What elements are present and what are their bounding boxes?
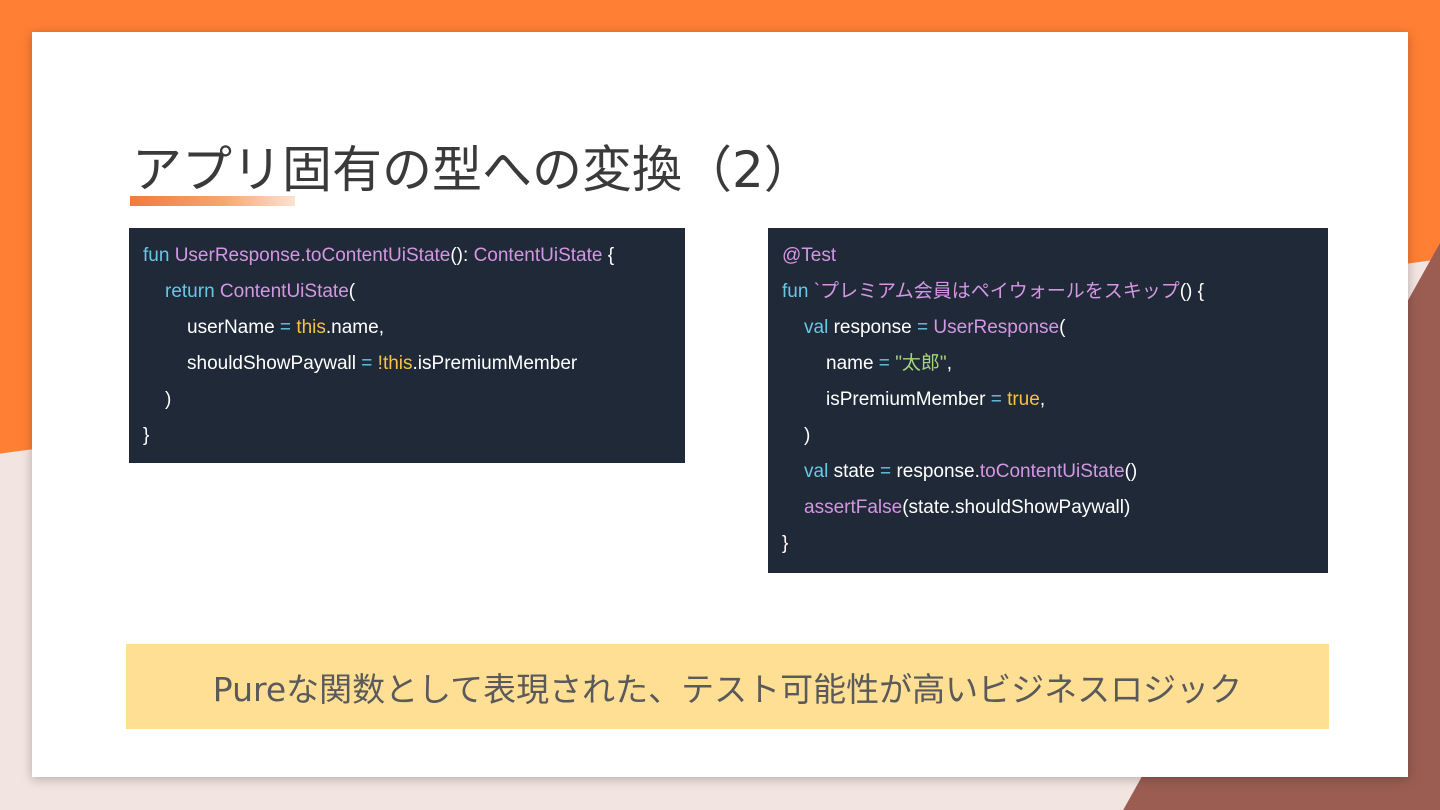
code-text: isPremiumMember (826, 389, 986, 410)
code-function-call: assertFalse (804, 497, 903, 518)
code-text: ) (165, 389, 172, 410)
code-text: .isPremiumMember (412, 353, 578, 374)
code-text: ) (804, 425, 811, 446)
code-text: (): (450, 245, 474, 266)
code-text: ( (348, 281, 356, 302)
code-this-keyword: this (296, 317, 326, 338)
code-this-keyword: this (382, 353, 413, 374)
code-keyword: val (804, 317, 829, 338)
code-line: ) (143, 382, 671, 418)
code-text: response (828, 317, 912, 338)
code-block-test: @Test fun `プレミアム会員はペイウォールをスキップ() { val r… (768, 228, 1328, 573)
code-keyword: fun (782, 281, 809, 302)
code-function-name: UserResponse.toContentUiState (174, 245, 451, 266)
code-text: , (946, 353, 952, 374)
code-text: } (782, 533, 789, 554)
code-keyword: fun (143, 245, 170, 266)
code-text: userName (187, 317, 275, 338)
code-operator: = (874, 461, 897, 482)
slide-title: アプリ固有の型への変換（2） (132, 141, 814, 199)
code-text: ( (1059, 317, 1066, 338)
code-line: val state = response.toContentUiState() (782, 454, 1314, 490)
code-operator: = (911, 317, 934, 338)
code-string: "太郎" (895, 353, 947, 374)
code-line: userName = this.name, (143, 310, 671, 346)
code-function-call: UserResponse (933, 317, 1060, 338)
code-line: name = "太郎", (782, 346, 1314, 382)
code-text: response. (896, 461, 980, 482)
code-line: fun UserResponse.toContentUiState(): Con… (143, 238, 671, 274)
code-line: val response = UserResponse( (782, 310, 1314, 346)
code-line: } (782, 526, 1314, 562)
title-underline (130, 196, 295, 206)
code-line: } (143, 418, 671, 454)
code-keyword: val (804, 461, 829, 482)
code-block-mapper: fun UserResponse.toContentUiState(): Con… (129, 228, 685, 463)
code-keyword: return (165, 281, 215, 302)
slide: アプリ固有の型への変換（2） fun UserResponse.toConten… (32, 32, 1408, 777)
code-function-name: `プレミアム会員はペイウォールをスキップ (808, 281, 1180, 302)
code-line: return ContentUiState( (143, 274, 671, 310)
code-line: shouldShowPaywall = !this.isPremiumMembe… (143, 346, 671, 382)
code-text: shouldShowPaywall (187, 353, 356, 374)
code-function-call: toContentUiState (979, 461, 1125, 482)
code-text: } (143, 425, 150, 446)
code-operator: = (873, 353, 896, 374)
code-line: ) (782, 418, 1314, 454)
code-text: name (826, 353, 874, 374)
code-annotation: @Test (782, 245, 837, 266)
code-line: isPremiumMember = true, (782, 382, 1314, 418)
code-text: { (602, 245, 615, 266)
summary-banner: Pureな関数として表現された、テスト可能性が高いビジネスロジック (126, 644, 1329, 729)
code-type: ContentUiState (473, 245, 603, 266)
code-text: (state.shouldShowPaywall) (902, 497, 1131, 518)
code-text: () (1124, 461, 1138, 482)
code-boolean: true (1007, 389, 1040, 410)
code-line: assertFalse(state.shouldShowPaywall) (782, 490, 1314, 526)
code-text: () { (1179, 281, 1204, 302)
code-line: @Test (782, 238, 1314, 274)
code-function-call: ContentUiState (214, 281, 349, 302)
code-line: fun `プレミアム会員はペイウォールをスキップ() { (782, 274, 1314, 310)
code-operator: = (274, 317, 297, 338)
code-operator: = (356, 353, 378, 374)
code-operator: = (985, 389, 1008, 410)
code-text: , (1039, 389, 1046, 410)
code-text: .name, (325, 317, 384, 338)
summary-banner-text: Pureな関数として表現された、テスト可能性が高いビジネスロジック (212, 669, 1243, 709)
code-text: state (828, 461, 875, 482)
